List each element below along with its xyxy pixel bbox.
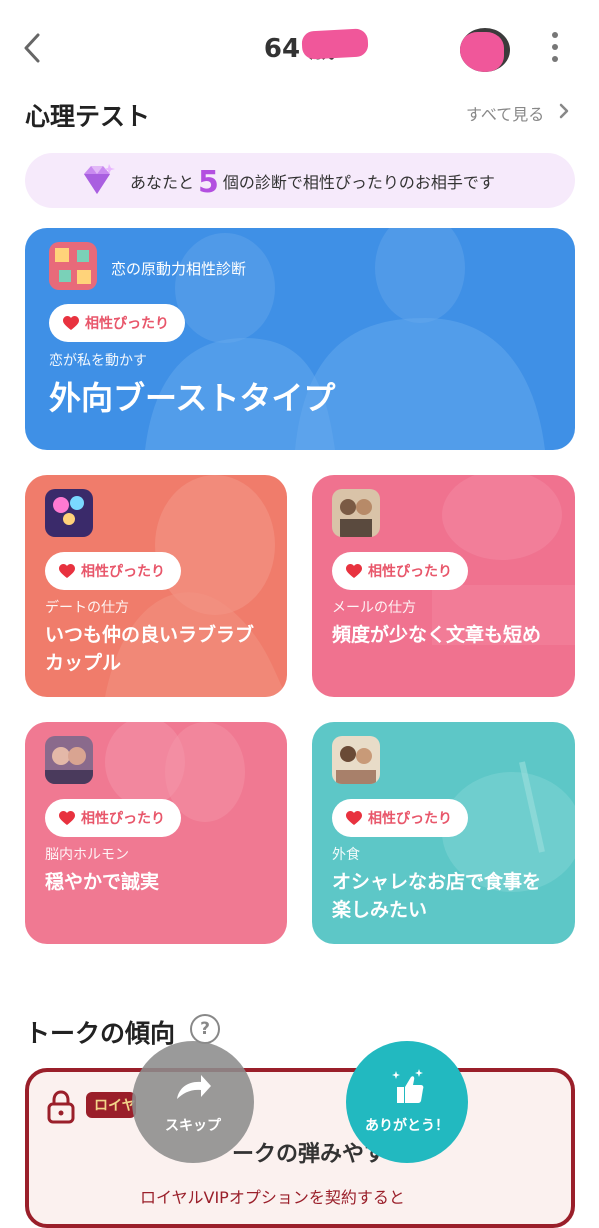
test-category: 外食 [332, 847, 360, 863]
test-card-date-style[interactable]: 相性ぴったり デートの仕方 いつも仲の良いラブラブカップル [25, 475, 287, 697]
test-thumbnail [332, 736, 380, 784]
vip-upsell-note: ロイヤルVIPオプションを契約すると [140, 1188, 405, 1207]
test-card-dining-out[interactable]: 相性ぴったり 外食 オシャレなお店で食事を楽しみたい [312, 722, 575, 944]
royal-vip-badge: ロイヤ [86, 1092, 136, 1118]
see-all-link[interactable]: すべて見る [466, 101, 544, 125]
test-thumbnail [49, 242, 97, 290]
test-thumbnail [45, 489, 93, 537]
test-result: 外向ブーストタイプ [49, 379, 336, 417]
banner-text: あなたと 5 個の診断で相性ぴったりのお相手です [130, 165, 495, 200]
test-thumbnail [332, 489, 380, 537]
test-result: 頻度が少なく文章も短め [332, 624, 542, 646]
test-result: いつも仲の良いラブラブカップル [45, 624, 255, 674]
heart-icon [63, 315, 79, 330]
heart-icon [346, 563, 362, 578]
diamond-icon [84, 164, 115, 194]
match-badge: 相性ぴったり [49, 304, 185, 342]
undo-arrow-icon [177, 1075, 211, 1099]
profile-avatar[interactable] [460, 28, 510, 72]
more-options-icon[interactable] [548, 32, 562, 66]
match-badge: 相性ぴったり [45, 799, 181, 837]
test-category: デートの仕方 [45, 600, 129, 616]
redaction-mark [301, 28, 369, 60]
lock-icon [47, 1090, 75, 1124]
help-icon[interactable]: ? [190, 1014, 220, 1044]
test-card-mail-style[interactable]: 相性ぴったり メールの仕方 頻度が少なく文章も短め [312, 475, 575, 697]
test-category: 脳内ホルモン [45, 847, 129, 863]
test-result: 穏やかで誠実 [45, 871, 160, 893]
test-card-brain-hormone[interactable]: 相性ぴったり 脳内ホルモン 穏やかで誠実 [25, 722, 287, 944]
test-category: 恋が私を動かす [49, 353, 147, 369]
talk-tendency-title: トークの傾向 [25, 1019, 176, 1048]
thanks-button[interactable]: ありがとう！ [346, 1041, 468, 1163]
heart-icon [59, 563, 75, 578]
match-badge: 相性ぴったり [332, 552, 468, 590]
skip-button[interactable]: スキップ [132, 1041, 254, 1163]
thumbs-up-sparkle-icon [392, 1069, 424, 1103]
psych-test-title: 心理テスト [25, 102, 151, 131]
test-result: オシャレなお店で食事を楽しみたい [332, 871, 542, 921]
test-category: メールの仕方 [332, 600, 416, 616]
chevron-right-icon[interactable] [558, 101, 570, 121]
test-thumbnail [45, 736, 93, 784]
match-badge: 相性ぴったり [45, 552, 181, 590]
heart-icon [346, 810, 362, 825]
heart-icon [59, 810, 75, 825]
match-count: 5 [198, 165, 219, 200]
thanks-label: ありがとう！ [365, 1118, 449, 1134]
test-name: 恋の原動力相性診断 [111, 260, 247, 278]
test-card-love-motivation[interactable]: 恋の原動力相性診断 相性ぴったり 恋が私を動かす 外向ブーストタイプ [25, 228, 575, 450]
match-badge: 相性ぴったり [332, 799, 468, 837]
skip-label: スキップ [165, 1118, 221, 1134]
